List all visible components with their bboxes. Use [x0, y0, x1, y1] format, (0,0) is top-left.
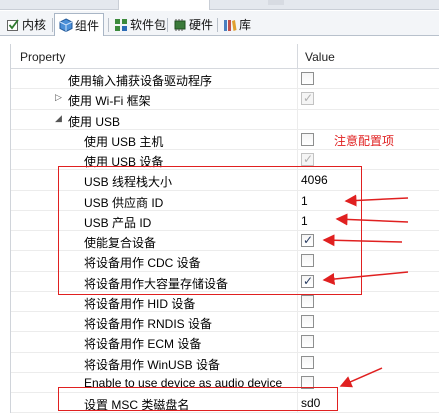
checkbox[interactable]: ✓ — [301, 152, 314, 166]
tab-separator — [52, 18, 53, 32]
grid-icon — [115, 18, 127, 31]
column-header-property[interactable]: Property — [20, 50, 65, 64]
checkbox[interactable] — [301, 315, 314, 328]
tab-bar: 内核 组件 软件包 硬件 库 — [0, 11, 439, 36]
row-label: 将设备用作 ECM 设备 — [84, 337, 202, 352]
row-label: 将设备用作 HID 设备 — [84, 296, 196, 311]
annotation-box-usb-settings — [58, 166, 362, 295]
row-label: 使用输入捕获设备驱动程序 — [68, 74, 213, 88]
tab-separator — [108, 18, 109, 32]
tab-label: 软件包 — [130, 18, 167, 32]
table-row[interactable]: ▷ 使用 Wi-Fi 框架 ✓ — [11, 89, 439, 110]
top-strip — [0, 0, 439, 10]
tab-components[interactable]: 组件 — [54, 13, 105, 36]
row-label: 使用 USB — [68, 114, 121, 129]
table-row[interactable]: 使用输入捕获设备驱动程序 — [11, 69, 439, 90]
tab-hardware[interactable]: 硬件 — [169, 14, 217, 35]
tab-label: 内核 — [22, 18, 47, 32]
checkbox-icon — [7, 18, 19, 31]
tab-label: 组件 — [75, 18, 100, 33]
checkbox[interactable] — [301, 72, 314, 85]
column-divider — [297, 89, 298, 109]
annotation-box-msc-name — [58, 387, 338, 411]
top-strip-knob — [268, 0, 284, 5]
table-row[interactable]: 将设备用作 WinUSB 设备 — [11, 352, 439, 373]
row-label: 将设备用作 RNDIS 设备 — [84, 317, 213, 331]
top-strip-panel — [118, 0, 210, 10]
checkbox[interactable] — [301, 294, 314, 308]
annotation-note: 注意配置项 — [334, 134, 395, 148]
checkbox[interactable] — [301, 355, 314, 369]
checkbox[interactable]: ✓ — [301, 91, 314, 106]
column-divider — [297, 312, 298, 332]
cube-icon — [59, 18, 73, 32]
row-label: 使用 Wi-Fi 框架 — [68, 94, 151, 109]
collapse-arrow-icon[interactable]: ◢ — [55, 113, 62, 124]
tab-library[interactable]: 库 — [219, 14, 255, 35]
tab-kernel[interactable]: 内核 — [2, 14, 50, 35]
column-divider[interactable] — [297, 44, 298, 69]
column-divider — [297, 332, 298, 352]
check-mark-icon: ✓ — [303, 91, 314, 106]
column-divider — [297, 69, 298, 89]
checkbox[interactable] — [301, 335, 314, 349]
tab-label: 硬件 — [189, 18, 214, 32]
check-mark-icon: ✓ — [303, 152, 314, 166]
chip-icon — [174, 18, 186, 31]
tab-packages[interactable]: 软件包 — [110, 14, 170, 35]
column-divider — [297, 109, 298, 129]
row-label: 将设备用作 WinUSB 设备 — [84, 357, 221, 372]
table-row[interactable]: ◢ 使用 USB — [11, 109, 439, 130]
column-divider — [297, 352, 298, 372]
table-header: Property Value — [11, 44, 439, 69]
column-divider — [297, 129, 298, 149]
row-label: 使用 USB 主机 — [84, 134, 164, 149]
table-row[interactable]: 将设备用作 ECM 设备 — [11, 332, 439, 353]
column-header-value[interactable]: Value — [305, 50, 335, 64]
tab-separator — [217, 18, 218, 32]
checkbox[interactable] — [301, 132, 314, 146]
tab-label: 库 — [239, 18, 252, 32]
table-row[interactable]: 将设备用作 RNDIS 设备 — [11, 312, 439, 333]
library-icon — [224, 19, 237, 31]
expand-arrow-icon[interactable]: ▷ — [55, 92, 62, 103]
tab-separator — [167, 18, 168, 32]
